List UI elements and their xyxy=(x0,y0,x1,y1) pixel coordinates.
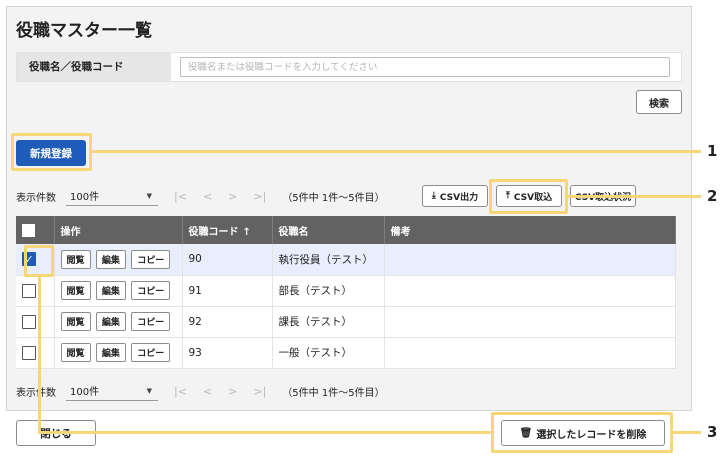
chevron-down-icon: ▼ xyxy=(146,386,152,395)
row-checkbox[interactable] xyxy=(22,345,36,360)
arrow-up-icon: ↑ xyxy=(242,226,251,238)
per-page-select[interactable]: 100件 ▼ xyxy=(66,381,158,401)
row-checkbox[interactable] xyxy=(22,283,36,298)
first-page-button[interactable]: |< xyxy=(174,385,187,398)
chevron-down-icon: ▼ xyxy=(146,191,152,200)
header-code[interactable]: 役職コード ↑ xyxy=(182,216,273,244)
copy-button[interactable]: コピー xyxy=(131,249,171,269)
row-code: 92 xyxy=(182,306,273,338)
view-button[interactable]: 閲覧 xyxy=(60,343,91,362)
new-register-button[interactable]: 新規登録 xyxy=(16,140,86,166)
callout-line-3-right xyxy=(672,431,701,434)
trash-icon: 🗑 xyxy=(519,427,533,439)
callout-line-3-vertical xyxy=(38,276,41,433)
header-operations: 操作 xyxy=(54,216,183,244)
row-actions: 閲覧 編集 コピー xyxy=(54,275,183,307)
view-button[interactable]: 閲覧 xyxy=(60,249,91,269)
prev-page-button[interactable]: < xyxy=(203,190,212,203)
last-page-button[interactable]: >| xyxy=(253,385,266,398)
next-page-button[interactable]: > xyxy=(228,190,237,203)
row-name: 部長（テスト） xyxy=(272,275,385,307)
pager-summary: （5件中 1件～5件目） xyxy=(282,192,385,204)
copy-button[interactable]: コピー xyxy=(131,343,171,362)
per-page-label: 表示件数 xyxy=(16,192,56,204)
header-name: 役職名 xyxy=(272,216,385,244)
upload-icon: ⤒ xyxy=(505,191,510,201)
callout-line-3-horizontal xyxy=(38,431,493,434)
row-checkbox[interactable] xyxy=(22,314,36,329)
pager-top: 表示件数 100件 ▼ |< < > >| （5件中 1件～5件目） xyxy=(16,185,385,207)
row-actions: 閲覧 編集 コピー xyxy=(54,244,183,276)
per-page-value: 100件 xyxy=(70,387,100,398)
delete-selected-label: 選択したレコードを削除 xyxy=(536,429,647,441)
search-row: 役職名／役職コード xyxy=(16,52,682,82)
csv-export-button[interactable]: ⤓ CSV出力 xyxy=(422,185,488,207)
row-actions: 閲覧 編集 コピー xyxy=(54,306,183,338)
first-page-button[interactable]: |< xyxy=(174,190,187,203)
callout-line-1 xyxy=(91,150,701,153)
per-page-value: 100件 xyxy=(70,192,100,203)
row-select-cell xyxy=(16,337,55,369)
csv-export-label: CSV出力 xyxy=(439,192,479,203)
table-row: ✓ 閲覧 編集 コピー 90 執行役員（テスト） xyxy=(16,244,676,276)
next-page-button[interactable]: > xyxy=(228,385,237,398)
row-code: 91 xyxy=(182,275,273,307)
edit-button[interactable]: 編集 xyxy=(95,249,126,269)
view-button[interactable]: 閲覧 xyxy=(60,312,91,331)
view-button[interactable]: 閲覧 xyxy=(60,281,91,300)
per-page-label: 表示件数 xyxy=(16,387,56,399)
copy-button[interactable]: コピー xyxy=(131,281,171,300)
table-row: 閲覧 編集 コピー 93 一般（テスト） xyxy=(16,337,676,369)
header-note: 備考 xyxy=(384,216,676,244)
row-name: 執行役員（テスト） xyxy=(272,244,385,276)
row-name: 課長（テスト） xyxy=(272,306,385,338)
prev-page-button[interactable]: < xyxy=(203,385,212,398)
pager-bottom: 表示件数 100件 ▼ |< < > >| （5件中 1件～5件目） xyxy=(16,380,385,402)
row-note xyxy=(384,337,676,369)
callout-number-2: 2 xyxy=(707,187,718,205)
row-actions: 閲覧 編集 コピー xyxy=(54,337,183,369)
position-table: 操作 役職コード ↑ 役職名 備考 ✓ 閲覧 編集 コピー 90 執行役員（テスト… xyxy=(16,216,676,369)
row-select-cell xyxy=(16,275,55,307)
delete-selected-button[interactable]: 🗑 選択したレコードを削除 xyxy=(501,420,665,446)
callout-number-1: 1 xyxy=(707,142,718,160)
edit-button[interactable]: 編集 xyxy=(95,281,126,300)
row-note xyxy=(384,275,676,307)
search-input[interactable] xyxy=(180,57,670,77)
table-row: 閲覧 編集 コピー 92 課長（テスト） xyxy=(16,306,676,338)
search-label: 役職名／役職コード xyxy=(17,53,171,81)
row-note xyxy=(384,244,676,276)
row-code: 93 xyxy=(182,337,273,369)
row-name: 一般（テスト） xyxy=(272,337,385,369)
search-button[interactable]: 検索 xyxy=(636,90,682,114)
table-header-row: 操作 役職コード ↑ 役職名 備考 xyxy=(16,216,676,244)
row-code: 90 xyxy=(182,244,273,276)
row-note xyxy=(384,306,676,338)
select-all-checkbox[interactable] xyxy=(22,223,35,237)
row-checkbox[interactable]: ✓ xyxy=(22,252,36,267)
row-select-cell xyxy=(16,306,55,338)
header-select-all xyxy=(16,216,55,244)
header-code-label: 役職コード xyxy=(188,226,239,238)
callout-number-3: 3 xyxy=(707,423,718,441)
callout-line-2 xyxy=(567,195,701,198)
csv-import-label: CSV取込 xyxy=(513,192,553,203)
csv-import-button[interactable]: ⤒ CSV取込 xyxy=(496,185,562,207)
download-icon: ⤓ xyxy=(431,191,436,201)
edit-button[interactable]: 編集 xyxy=(95,312,126,331)
edit-button[interactable]: 編集 xyxy=(95,343,126,362)
page-title: 役職マスター一覧 xyxy=(16,21,152,41)
per-page-select[interactable]: 100件 ▼ xyxy=(66,186,158,206)
pager-summary: （5件中 1件～5件目） xyxy=(282,387,385,399)
table-row: 閲覧 編集 コピー 91 部長（テスト） xyxy=(16,275,676,307)
last-page-button[interactable]: >| xyxy=(253,190,266,203)
row-select-cell: ✓ xyxy=(16,244,55,276)
copy-button[interactable]: コピー xyxy=(131,312,171,331)
